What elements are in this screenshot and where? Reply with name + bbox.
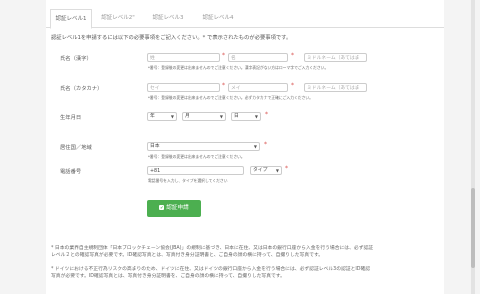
hint-kana: *番号：登録後の変更は出来ませんのでご注意ください。必ずカタカナで正確にご入力く… (148, 95, 313, 100)
phone-type-select[interactable]: タイプ ▼ (250, 166, 282, 175)
level-tabs: 認証レベル1 認証レベル2" 認証レベル3 認証レベル4 (46, 9, 444, 29)
birth-year-select[interactable]: 年 ▼ (147, 112, 177, 121)
required-mark: * (264, 141, 267, 148)
required-mark: * (285, 165, 288, 172)
note-germany-line2: 写真が必要です。ID確認写真とは、写真付き身分証明書を、ご自身の顔の横に持って、… (51, 274, 285, 279)
mei-kana-input[interactable]: メイ (228, 83, 288, 92)
chevron-down-icon: ▼ (253, 144, 257, 149)
label-country: 居住国／地域 (60, 145, 92, 151)
required-mark: * (265, 111, 268, 118)
hint-country: *番号：登録後の変更は出来ませんのでご注意ください。 (148, 154, 245, 159)
chevron-down-icon: ▼ (170, 114, 174, 119)
required-mark: * (291, 82, 294, 89)
birth-day-select[interactable]: 日 ▼ (231, 112, 261, 121)
check-icon: ✔ (159, 205, 165, 210)
note-jba-line1: * 日本の業界自主規制団体「日本ブロックチェーン協会(JBA)」の規制に基づき、… (51, 246, 374, 251)
hint-kanji: *番号：登録後の変更は出来ませんのでご注意ください。漢字表記がない方はローマ字で… (148, 65, 329, 70)
birth-month-value: 月 (185, 114, 190, 119)
hint-phone: 電話番号を入力し、タイプを選択してください (148, 178, 228, 183)
label-name-kana: 氏名（カタカナ） (60, 86, 103, 92)
country-select[interactable]: 日本 ▼ (147, 142, 260, 151)
scrollbar[interactable] (471, 0, 475, 294)
country-value: 日本 (150, 144, 160, 149)
birth-month-select[interactable]: 月 ▼ (182, 112, 226, 121)
sei-kana-input[interactable]: セイ (147, 83, 220, 92)
tab-level-3[interactable]: 認証レベル3 (146, 9, 190, 27)
middle-kana-input[interactable]: ミドルネーム（あてはま (304, 83, 367, 92)
submit-verification-button[interactable]: ✔ 認証申請 (147, 200, 201, 217)
tab-level-1[interactable]: 認証レベル1 (50, 9, 92, 29)
chevron-down-icon: ▼ (254, 114, 258, 119)
middle-kanji-input[interactable]: ミドルネーム（あてはま (304, 53, 367, 62)
scrollbar-thumb[interactable] (471, 188, 475, 268)
birth-year-value: 年 (150, 114, 155, 119)
submit-label: 認証申請 (166, 205, 189, 211)
label-birthdate: 生年月日 (60, 115, 82, 121)
sei-kanji-input[interactable]: 姓 (147, 53, 220, 62)
required-mark: * (222, 52, 225, 59)
chevron-down-icon: ▼ (219, 114, 223, 119)
label-phone: 電話番号 (60, 169, 82, 175)
tab-level-2[interactable]: 認証レベル2" (96, 9, 140, 27)
note-jba-line2: レベル２との確認写真が必要です。ID確認写真とは、写真付き身分証明書と、ご自身の… (51, 253, 324, 258)
mei-kanji-input[interactable]: 名 (228, 53, 288, 62)
note-germany-line1: * ドイツにおける不正行為リスクの高まりのため、ドイツに在住、又はドイツの銀行口… (51, 267, 371, 272)
required-mark: * (291, 52, 294, 59)
required-mark: * (222, 82, 225, 89)
chevron-down-icon: ▼ (275, 168, 279, 173)
phone-type-value: タイプ (253, 168, 268, 173)
phone-input[interactable]: +81 (147, 166, 244, 175)
tab-level-4[interactable]: 認証レベル4 (196, 9, 240, 27)
form-intro: 認証レベル1を申請するには以下の必要事項をご記入ください。* で表示されたものが… (51, 35, 292, 41)
birth-day-value: 日 (234, 114, 239, 119)
label-name-kanji: 氏名（漢字） (60, 56, 92, 62)
